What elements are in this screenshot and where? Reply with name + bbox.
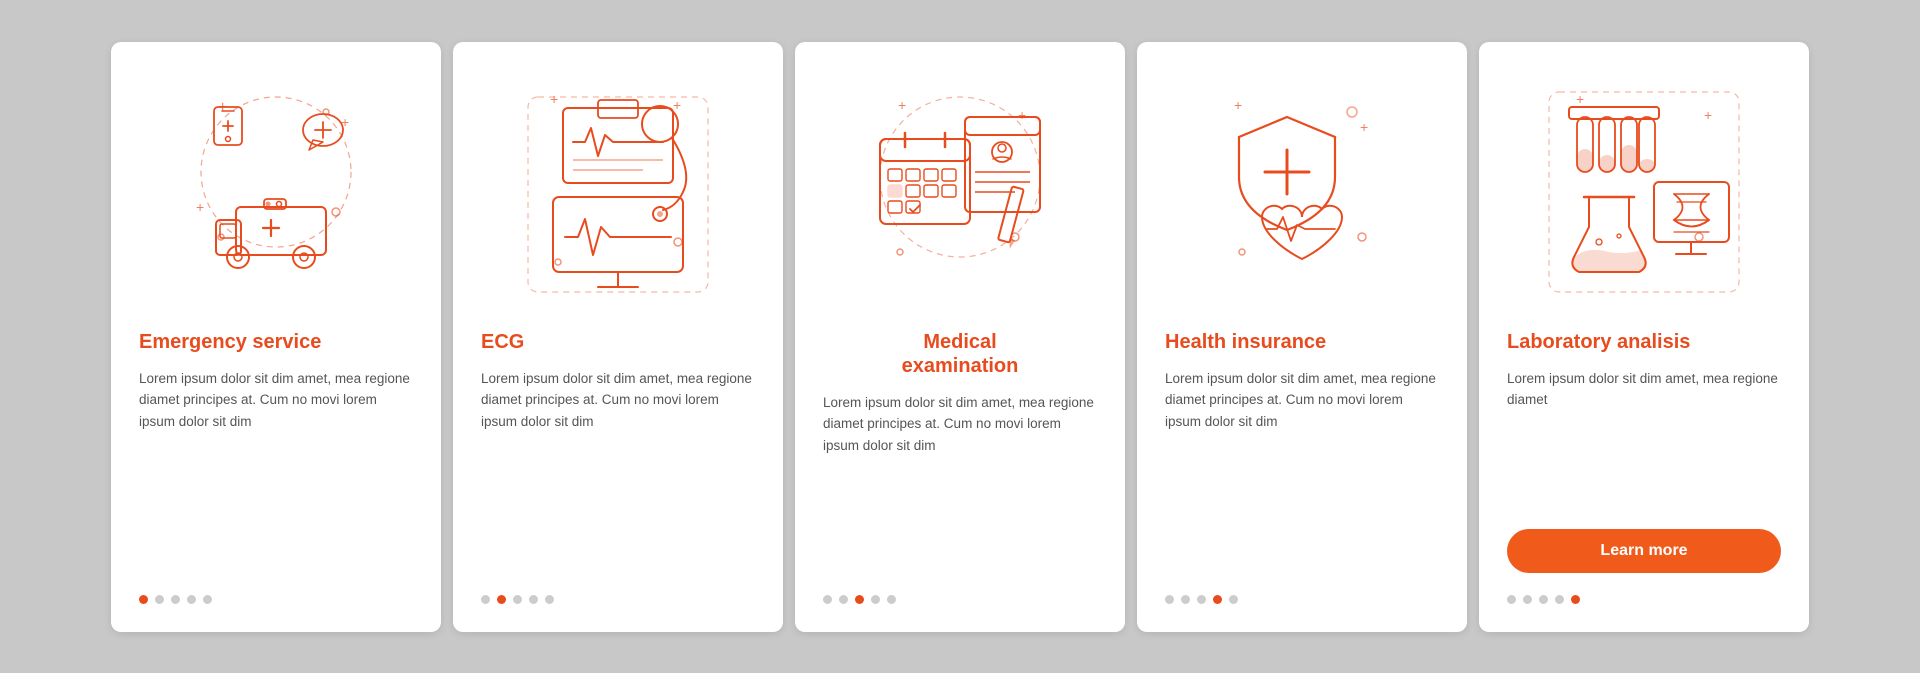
dot-0[interactable] [823,595,832,604]
card-title-lab: Laboratory analisis [1507,330,1690,354]
card-emergency-service: + + + [111,42,441,632]
card-icon-area-health: + + [1165,72,1439,312]
card-title-emergency: Emergency service [139,330,321,354]
dot-3[interactable] [529,595,538,604]
card-dots-ecg [481,595,554,604]
dot-0[interactable] [481,595,490,604]
card-health-insurance: + + Hea [1137,42,1467,632]
dot-0[interactable] [1507,595,1516,604]
svg-text:+: + [1576,91,1584,107]
svg-text:+: + [1704,107,1712,123]
dot-4[interactable] [545,595,554,604]
card-body-health: Lorem ipsum dolor sit dim amet, mea regi… [1165,368,1439,573]
dot-1[interactable] [839,595,848,604]
dot-3[interactable] [1213,595,1222,604]
card-dots-emergency [139,595,212,604]
card-dots-health [1165,595,1238,604]
card-ecg: + + [453,42,783,632]
card-icon-area-medical: + + [823,72,1097,312]
dot-4[interactable] [203,595,212,604]
card-laboratory: + + [1479,42,1809,632]
ecg-icon: + + [508,82,728,302]
svg-text:+: + [898,97,906,113]
learn-more-button[interactable]: Learn more [1507,529,1781,573]
card-title-ecg: ECG [481,330,524,354]
svg-text:+: + [196,199,204,215]
card-body-ecg: Lorem ipsum dolor sit dim amet, mea regi… [481,368,755,573]
card-title-health: Health insurance [1165,330,1326,354]
svg-text:+: + [673,97,681,113]
dot-4[interactable] [1229,595,1238,604]
svg-text:+: + [1018,107,1026,123]
dot-0[interactable] [1165,595,1174,604]
dot-1[interactable] [155,595,164,604]
dot-4[interactable] [887,595,896,604]
card-body-lab: Lorem ipsum dolor sit dim amet, mea regi… [1507,368,1781,511]
card-icon-area-ecg: + + [481,72,755,312]
dot-3[interactable] [1555,595,1564,604]
card-dots-lab [1507,595,1580,604]
medical-exam-icon: + + [850,82,1070,302]
card-title-medical: Medical examination [823,330,1097,378]
health-insurance-icon: + + [1192,82,1412,302]
laboratory-icon: + + [1534,82,1754,302]
dot-4[interactable] [1571,595,1580,604]
dot-1[interactable] [1181,595,1190,604]
dot-1[interactable] [497,595,506,604]
dot-2[interactable] [171,595,180,604]
dot-2[interactable] [513,595,522,604]
card-body-emergency: Lorem ipsum dolor sit dim amet, mea regi… [139,368,413,573]
card-medical-examination: + + [795,42,1125,632]
card-icon-area-lab: + + [1507,72,1781,312]
card-body-medical: Lorem ipsum dolor sit dim amet, mea regi… [823,392,1097,573]
dot-1[interactable] [1523,595,1532,604]
card-dots-medical [823,595,896,604]
dot-2[interactable] [855,595,864,604]
dot-3[interactable] [871,595,880,604]
dot-3[interactable] [187,595,196,604]
svg-text:+: + [550,91,558,107]
dot-2[interactable] [1539,595,1548,604]
dot-0[interactable] [139,595,148,604]
ambulance-icon: + + + [166,82,386,302]
card-icon-area-emergency: + + + [139,72,413,312]
cards-container: + + + [71,12,1849,662]
svg-text:+: + [1234,97,1242,113]
svg-text:+: + [1360,119,1368,135]
dot-2[interactable] [1197,595,1206,604]
